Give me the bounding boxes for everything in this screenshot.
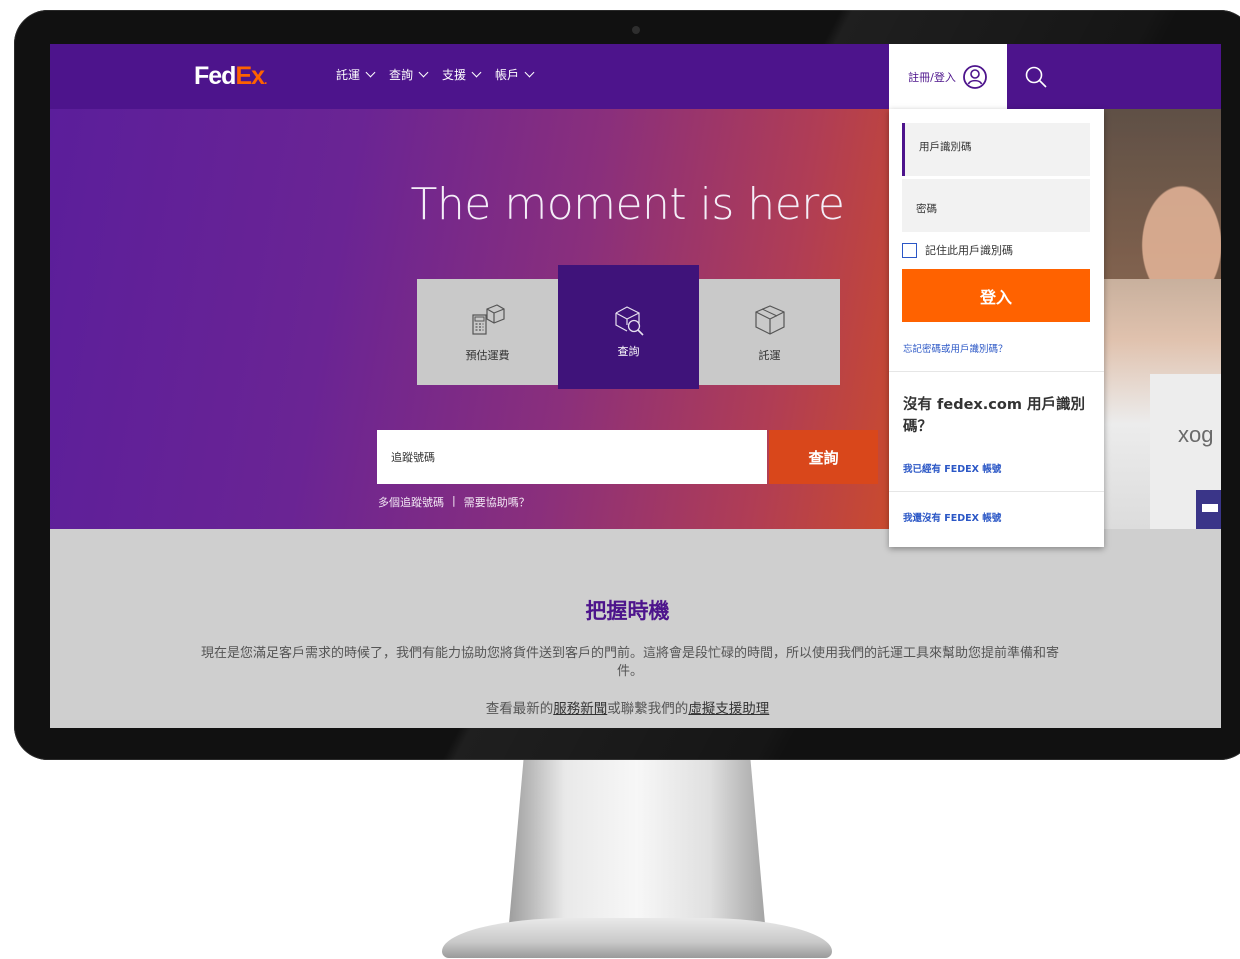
remember-checkbox[interactable] xyxy=(902,242,917,258)
divider xyxy=(889,371,1104,372)
monitor-stand-neck xyxy=(508,760,766,935)
search-icon[interactable] xyxy=(1023,64,1049,90)
need-help-link[interactable]: 需要協助嗎？ xyxy=(464,494,530,510)
tracking-input-placeholder: 追蹤號碼 xyxy=(391,451,435,464)
nav-item-ship[interactable]: 託運 xyxy=(336,66,376,83)
remember-user-id: 記住此用戶識別碼 xyxy=(902,242,1013,258)
signup-login-label: 註冊/登入 xyxy=(908,70,956,84)
service-news-link[interactable]: 服務新聞 xyxy=(553,701,607,717)
user-id-label: 用戶識別碼 xyxy=(919,141,972,153)
chevron-down-icon xyxy=(471,67,482,78)
info-heading: 把握時機 xyxy=(585,599,670,623)
fedex-logo[interactable]: FedEx. xyxy=(194,62,268,94)
divider xyxy=(889,491,1104,492)
nav-item-support[interactable]: 支援 xyxy=(442,66,482,83)
nav-item-label: 帳戶 xyxy=(495,68,520,82)
password-field[interactable]: 密碼 xyxy=(902,179,1090,232)
tracking-links: 多個追蹤號碼 | 需要協助嗎？ xyxy=(378,494,530,510)
tile-rate-estimate[interactable]: 預估運費 xyxy=(417,279,558,385)
tile-label: 預估運費 xyxy=(465,349,510,362)
nav-item-label: 支援 xyxy=(442,68,467,82)
logo-fed: Fed xyxy=(194,62,236,90)
multiple-tracking-link[interactable]: 多個追蹤號碼 xyxy=(378,494,444,510)
logo-dot: . xyxy=(264,73,268,87)
user-id-field[interactable]: 用戶識別碼 xyxy=(902,123,1090,176)
chevron-down-icon xyxy=(418,67,429,78)
info-links: 查看最新的服務新聞或聯繫我們的虛擬支援助理 xyxy=(50,697,1205,717)
info-body: 現在是您滿足客戶需求的時候了，我們有能力協助您將貨件送到客戶的門前。這將會是段忙… xyxy=(200,646,1059,679)
tile-track[interactable]: 查詢 xyxy=(558,265,699,389)
remember-label: 記住此用戶識別碼 xyxy=(925,244,1013,257)
ship-box-icon xyxy=(755,305,785,335)
track-box-icon xyxy=(615,306,644,336)
tile-label: 查詢 xyxy=(617,345,640,358)
forgot-credentials-link[interactable]: 忘記密碼或用戶識別碼？ xyxy=(903,341,1008,355)
track-button[interactable]: 查詢 xyxy=(769,430,878,484)
monitor-screen: xog FedEx. 託運 查詢 支援 帳戶 註冊/登入 The moment … xyxy=(50,44,1221,728)
signup-login-tab[interactable]: 註冊/登入 xyxy=(889,44,1007,109)
link-separator: | xyxy=(452,494,456,507)
login-button[interactable]: 登入 xyxy=(902,269,1090,322)
tracking-number-input[interactable]: 追蹤號碼 xyxy=(377,430,767,484)
login-dropdown: 用戶識別碼 密碼 記住此用戶識別碼 登入 忘記密碼或用戶識別碼？ 沒有 fede… xyxy=(889,109,1104,547)
nav-item-track[interactable]: 查詢 xyxy=(389,66,429,83)
password-label: 密碼 xyxy=(916,203,937,215)
nav-item-label: 託運 xyxy=(336,68,361,82)
no-account-link[interactable]: 我還沒有 FEDEX 帳號 xyxy=(903,510,1001,524)
nav-item-account[interactable]: 帳戶 xyxy=(495,66,535,83)
info-links-middle: 或聯繫我們的 xyxy=(607,701,689,717)
rate-calculator-icon xyxy=(472,304,505,335)
info-links-prefix: 查看最新的 xyxy=(485,701,554,717)
tile-ship[interactable]: 託運 xyxy=(699,279,840,385)
chevron-down-icon xyxy=(365,67,376,78)
logo-ex: Ex xyxy=(235,62,265,90)
virtual-assistant-link[interactable]: 虛擬支援助理 xyxy=(688,701,769,717)
have-account-link[interactable]: 我已經有 FEDEX 帳號 xyxy=(903,461,1001,475)
tile-label: 託運 xyxy=(758,349,781,362)
chevron-down-icon xyxy=(524,67,535,78)
main-nav: 託運 查詢 支援 帳戶 xyxy=(336,66,535,83)
no-user-id-heading: 沒有 fedex.com 用戶識別碼？ xyxy=(903,397,1085,435)
webcam-dot xyxy=(632,26,640,34)
user-circle-icon xyxy=(962,64,987,89)
nav-item-label: 查詢 xyxy=(389,68,414,82)
hero-photo-box-strip-label xyxy=(1202,504,1218,512)
info-section: 把握時機 現在是您滿足客戶需求的時候了，我們有能力協助您將貨件送到客戶的門前。這… xyxy=(50,529,1221,728)
monitor-stand-base xyxy=(442,918,832,958)
hero-photo-box-text: xog xyxy=(1178,422,1214,447)
top-navbar: FedEx. 託運 查詢 支援 帳戶 註冊/登入 xyxy=(50,44,1221,109)
